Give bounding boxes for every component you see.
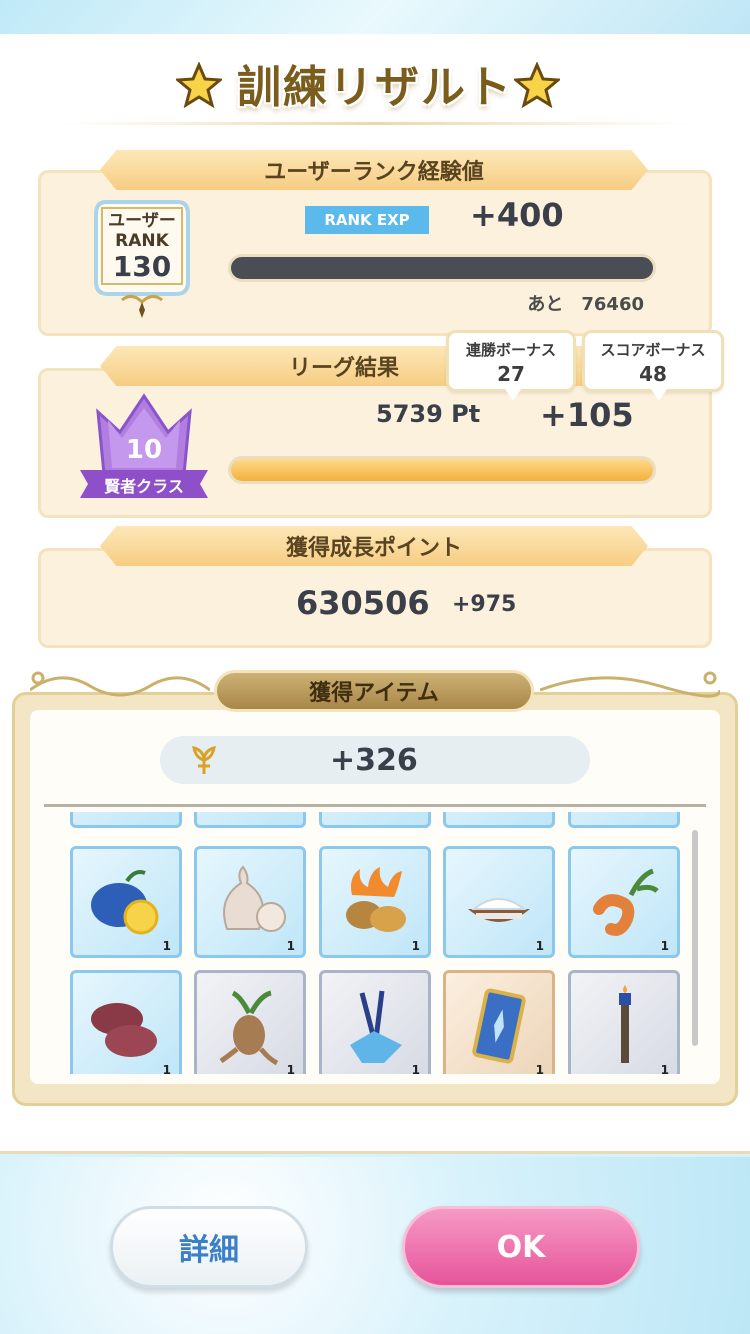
title-area: 訓練リザルト (0, 48, 750, 128)
score-bonus-label: スコアボーナス (600, 341, 706, 359)
score-bonus-bubble: スコアボーナス 48 (582, 330, 724, 401)
detail-button[interactable]: 詳細 (110, 1206, 308, 1288)
league-points-gain: +105 (540, 396, 634, 434)
item-qty: 1 (535, 1063, 544, 1074)
rank-exp-gain: +400 (470, 196, 564, 234)
league-points: 5739 Pt (376, 400, 481, 428)
item-cell[interactable]: 1 (443, 846, 555, 958)
item-qty: 1 (411, 939, 420, 953)
salt-bowl-icon (468, 898, 530, 922)
league-ribbon-label: リーグ結果 (288, 356, 399, 381)
item-cell[interactable]: 1 (70, 846, 182, 958)
crystal-wand-icon (350, 990, 402, 1063)
rank-badge-line1: ユーザー (108, 211, 176, 231)
money-gain-pill: +326 (160, 736, 590, 784)
score-bonus-value: 48 (639, 362, 667, 386)
page-title: 訓練リザルト (237, 48, 513, 128)
league-class-level: 10 (126, 435, 162, 465)
league-class-name: 賢者クラス (104, 477, 184, 496)
rank-exp-tag: RANK EXP (305, 206, 429, 234)
garlic-icon (223, 865, 286, 932)
item-cell[interactable] (70, 812, 182, 828)
rank-ribbon: ユーザーランク経験値 (100, 150, 648, 190)
items-header: 獲得アイテム (214, 670, 534, 712)
currency-leaf-icon (192, 745, 216, 774)
growth-total: 630506 (296, 584, 430, 622)
flaming-potato-icon (346, 867, 406, 932)
item-grid-scrollbar[interactable] (692, 830, 698, 1046)
title-divider (60, 122, 690, 125)
item-cell[interactable] (194, 812, 306, 828)
money-gain: +326 (330, 742, 418, 778)
league-class-crown-icon: 10 賢者クラス (80, 393, 208, 498)
item-cell[interactable]: 1 (70, 970, 182, 1074)
lemon-icon (91, 870, 159, 935)
growth-gain: +975 (452, 592, 517, 617)
item-qty: 1 (286, 939, 295, 953)
item-qty: 1 (535, 939, 544, 953)
remain-value: 76460 (581, 294, 644, 315)
item-cell[interactable] (319, 812, 431, 828)
items-divider (44, 804, 706, 807)
item-cell[interactable] (568, 812, 680, 828)
growth-ribbon: 獲得成長ポイント (100, 526, 648, 566)
league-progress-bar (228, 456, 656, 484)
rank-badge: ユーザー RANK 130 (94, 200, 190, 318)
ornament-left-icon (30, 671, 210, 697)
win-streak-bonus-bubble: 連勝ボーナス 27 (446, 330, 576, 401)
league-progress-fill (231, 459, 653, 481)
item-cell[interactable]: 1 (568, 970, 680, 1074)
carrot-root-icon (593, 868, 659, 936)
item-grid[interactable]: 1 1 1 1 1 1 1 1 1 1 (44, 812, 694, 1074)
item-cell[interactable]: 1 (319, 970, 431, 1074)
win-streak-bonus-value: 27 (497, 362, 525, 386)
item-qty: 1 (286, 1063, 295, 1074)
remain-label: あと (527, 294, 564, 315)
item-qty: 1 (162, 1063, 171, 1074)
rank-exp-bar (228, 254, 656, 282)
ok-button[interactable]: OK (402, 1206, 640, 1288)
top-background (0, 0, 750, 34)
item-cell[interactable] (443, 812, 555, 828)
item-qty: 1 (411, 1063, 420, 1074)
item-cell[interactable]: 1 (194, 970, 306, 1074)
rank-badge-line2: RANK (115, 231, 169, 251)
item-cell[interactable]: 1 (443, 970, 555, 1074)
meat-icon (91, 1003, 157, 1057)
mandrake-icon (219, 990, 279, 1066)
ornament-right-icon (540, 671, 720, 698)
win-streak-bonus-label: 連勝ボーナス (465, 341, 556, 359)
rank-remaining: あと 76460 (527, 290, 644, 316)
item-cell[interactable]: 1 (568, 846, 680, 958)
rank-value: 130 (113, 250, 171, 283)
item-cell[interactable]: 1 (319, 846, 431, 958)
item-qty: 1 (660, 1063, 669, 1074)
candle-staff-icon (619, 985, 631, 1063)
bubble-tail (505, 389, 521, 401)
item-qty: 1 (660, 939, 669, 953)
bubble-tail (651, 389, 667, 401)
item-qty: 1 (162, 939, 171, 953)
star-icon (514, 62, 560, 108)
card-icon (472, 988, 526, 1064)
item-cell[interactable]: 1 (194, 846, 306, 958)
